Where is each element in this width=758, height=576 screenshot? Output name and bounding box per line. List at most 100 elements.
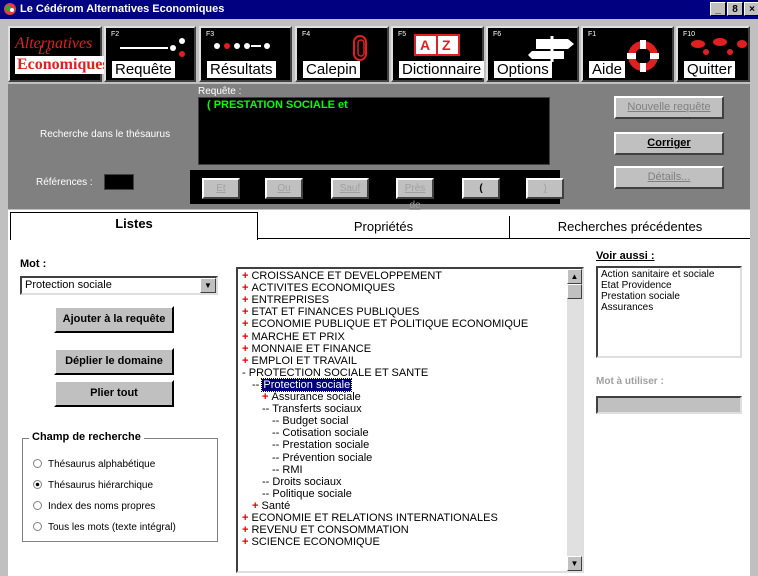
maximize-button[interactable]: 8 <box>727 2 743 16</box>
tree-item[interactable]: + ECONOMIE PUBLIQUE ET POLITIQUE ECONOMI… <box>242 318 528 330</box>
new-query-button[interactable]: Nouvelle requête <box>614 96 724 119</box>
op-close-paren-button[interactable]: ) <box>526 178 564 199</box>
fkey-label: F3 <box>206 31 215 38</box>
title-bar: Le Cédérom Alternatives Economiques _ 8 … <box>0 0 758 19</box>
use-word-field[interactable] <box>596 396 742 414</box>
tree-branch-icon: -- <box>272 463 283 476</box>
tree-item-label: REVENU ET CONSOMMATION <box>251 524 409 537</box>
tab-listes[interactable]: Listes <box>10 212 258 240</box>
tree-item-label: MONNAIE ET FINANCE <box>251 342 372 355</box>
tab-recherches-precedentes[interactable]: Recherches précédentes <box>510 216 750 238</box>
tree-item[interactable]: + REVENU ET CONSOMMATION <box>242 524 409 536</box>
tree-item-label: ENTREPRISES <box>251 294 330 307</box>
tree-item-label: ETAT ET FINANCES PUBLIQUES <box>251 306 420 319</box>
op-et-button[interactable]: Et <box>202 178 240 199</box>
radio-thesaurus-hierarchique[interactable]: Thésaurus hiérarchique <box>33 480 153 491</box>
tree-item[interactable]: -- Protection sociale <box>252 377 353 392</box>
toolbar-dictionnaire[interactable]: F5 AZ Dictionnaire <box>391 26 485 82</box>
tree-item[interactable]: + ECONOMIE ET RELATIONS INTERNATIONALES <box>242 512 498 524</box>
correct-button[interactable]: Corriger <box>614 132 724 155</box>
tree-item[interactable]: -- Budget social <box>272 415 348 427</box>
tree-item[interactable]: - PROTECTION SOCIALE ET SANTE <box>242 367 428 379</box>
tree-item-label: Droits sociaux <box>272 475 342 488</box>
toolbar-resultats[interactable]: F3 Résultats <box>199 26 292 82</box>
tree-item[interactable]: -- RMI <box>272 464 303 476</box>
tree-item[interactable]: + MARCHE ET PRIX <box>242 331 345 343</box>
mot-combo[interactable]: Protection sociale ▼ <box>20 276 218 295</box>
tree-item[interactable]: + CROISSANCE ET DEVELOPPEMENT <box>242 270 442 282</box>
collapse-all-button[interactable]: Plier tout <box>54 380 174 407</box>
tree-item[interactable]: -- Prestation sociale <box>272 439 369 451</box>
app-window: Le Cédérom Alternatives Economiques _ 8 … <box>0 0 758 576</box>
toolbar-label: Résultats <box>207 61 276 78</box>
query-box[interactable]: ( PRESTATION SOCIALE et <box>198 97 550 165</box>
svg-text:Z: Z <box>442 37 451 53</box>
see-also-item[interactable]: Prestation sociale <box>601 291 737 302</box>
tree-item[interactable]: + SCIENCE ECONOMIQUE <box>242 536 380 548</box>
tree-branch-icon: -- <box>262 475 273 488</box>
close-button[interactable]: × <box>744 2 758 16</box>
quit-icon <box>691 38 747 55</box>
see-also-list[interactable]: Action sanitaire et sociale Etat Providen… <box>596 266 742 358</box>
radio-tous-les-mots[interactable]: Tous les mots (texte intégral) <box>33 522 176 533</box>
toolbar-aide[interactable]: F1 Aide <box>581 26 674 82</box>
tree-item-label: Assurance sociale <box>271 391 361 403</box>
tree-item[interactable]: + Santé <box>252 500 290 512</box>
tree-item[interactable]: -- Cotisation sociale <box>272 427 369 439</box>
fkey-label: F6 <box>493 31 502 38</box>
toolbar-quitter[interactable]: F10 Quitter <box>676 26 750 82</box>
tree-item-label: Budget social <box>282 415 349 428</box>
thesaurus-tree[interactable]: ▲ ▼ + CROISSANCE ET DEVELOPPEMENT + ACTIV… <box>236 267 584 573</box>
fkey-label: F5 <box>398 31 407 38</box>
minimize-button[interactable]: _ <box>710 2 726 16</box>
expand-domain-button[interactable]: Déplier le domaine <box>54 348 174 375</box>
signpost-icon <box>528 36 574 62</box>
tree-item[interactable]: + EMPLOI ET TRAVAIL <box>242 355 357 367</box>
toolbar-label: Quitter <box>684 61 736 78</box>
scroll-down-icon[interactable]: ▼ <box>567 556 582 571</box>
tree-item[interactable]: + ACTIVITES ECONOMIQUES <box>242 282 395 294</box>
radio-thesaurus-alphabetique[interactable]: Thésaurus alphabétique <box>33 459 155 470</box>
paperclip-icon <box>353 35 367 61</box>
logo-button[interactable]: Alternatives Le Cédérom Economiques <box>8 26 111 82</box>
scroll-up-icon[interactable]: ▲ <box>567 269 582 284</box>
toolbar-options[interactable]: F6 Options <box>486 26 579 82</box>
add-to-query-button[interactable]: Ajouter à la requête <box>54 306 174 333</box>
tree-item[interactable]: + ETAT ET FINANCES PUBLIQUES <box>242 306 419 318</box>
tree-item[interactable]: + MONNAIE ET FINANCE <box>242 343 371 355</box>
requete-icon <box>120 38 185 57</box>
radio-index-noms-propres[interactable]: Index des noms propres <box>33 501 155 512</box>
references-label: Références : <box>36 177 93 188</box>
toolbar-label: Options <box>494 61 552 78</box>
tree-item[interactable]: -- Politique sociale <box>262 488 352 500</box>
tree-item[interactable]: + Assurance sociale <box>262 391 361 403</box>
mot-label: Mot : <box>20 258 47 270</box>
tree-item-label: CROISSANCE ET DEVELOPPEMENT <box>251 270 442 282</box>
tree-item[interactable]: -- Droits sociaux <box>262 476 341 488</box>
tree-item-label: Protection sociale <box>261 377 353 392</box>
tree-scrollbar[interactable]: ▲ ▼ <box>567 269 582 571</box>
details-button[interactable]: Détails... <box>614 166 724 189</box>
scroll-thumb[interactable] <box>567 284 582 299</box>
tree-item[interactable]: -- Prévention sociale <box>272 452 372 464</box>
fkey-label: F4 <box>302 31 311 38</box>
see-also-item[interactable]: Etat Providence <box>601 280 737 291</box>
chevron-down-icon[interactable]: ▼ <box>200 278 216 293</box>
op-open-paren-button[interactable]: ( <box>462 178 500 199</box>
main-panel: Listes Propriétés Recherches précédentes… <box>8 210 750 576</box>
see-also-label: Voir aussi : <box>596 250 655 262</box>
tree-branch-icon: -- <box>262 487 273 500</box>
tab-proprietes[interactable]: Propriétés <box>258 216 510 238</box>
op-sauf-button[interactable]: Sauf <box>331 178 369 199</box>
toolbar-requete[interactable]: F2 Requête <box>104 26 196 82</box>
radio-icon <box>33 522 42 531</box>
tree-branch-icon: -- <box>272 427 283 440</box>
tree-item[interactable]: + ENTREPRISES <box>242 294 329 306</box>
op-ou-button[interactable]: Ou <box>265 178 303 199</box>
see-also-item[interactable]: Action sanitaire et sociale <box>601 269 737 280</box>
toolbar-calepin[interactable]: F4 Calepin <box>295 26 389 82</box>
tree-item-label: Prestation sociale <box>282 439 370 452</box>
op-pres-de-button[interactable]: Près de <box>396 178 434 211</box>
tree-item[interactable]: -- Transferts sociaux <box>262 403 362 415</box>
see-also-item[interactable]: Assurances <box>601 302 737 313</box>
